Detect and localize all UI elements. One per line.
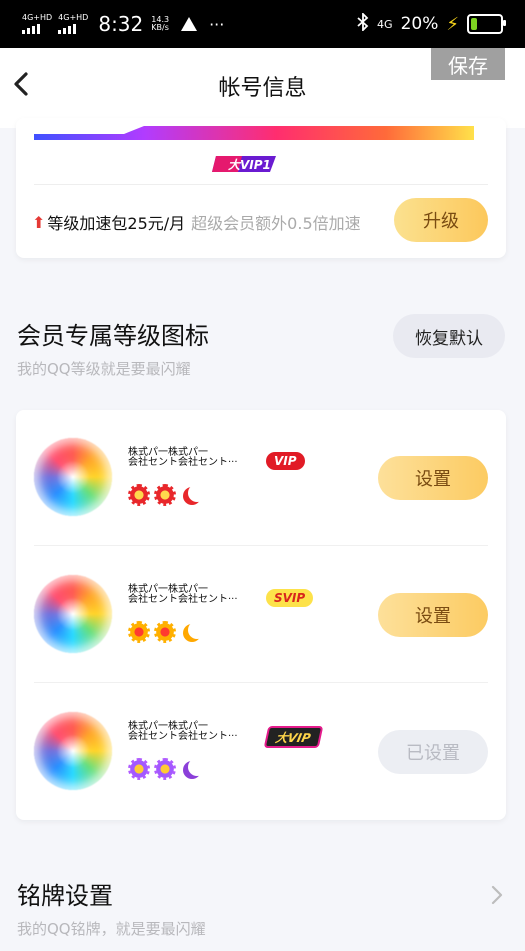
signal-label-1: 4G+HD xyxy=(22,13,53,22)
upgrade-button[interactable]: 升级 xyxy=(394,198,488,242)
nickname-line: 会社セント会社セント xyxy=(128,731,228,742)
more-notifications-icon: ··· xyxy=(209,14,225,34)
battery-icon xyxy=(467,14,506,34)
nickname-line: 会社セント会社セント xyxy=(128,594,228,605)
svip-tag: SVIP xyxy=(266,589,314,607)
nickname: 株式パ一株式パ一 会社セント会社セント··· xyxy=(128,722,238,742)
avatar xyxy=(34,575,112,653)
restore-default-button[interactable]: 恢复默认 xyxy=(393,314,505,358)
vip-tag: VIP xyxy=(266,452,305,470)
big-vip-level-badge: 大VIP1 xyxy=(212,156,276,172)
sun-icon xyxy=(128,621,150,643)
section-subtitle-level-icons: 我的QQ等级就是要最闪耀 xyxy=(17,360,191,378)
battery-percent: 20% xyxy=(400,14,439,34)
save-button[interactable]: 保存 xyxy=(431,48,505,80)
network-speed-unit: KB/s xyxy=(151,23,169,32)
nickname-ellipsis: ··· xyxy=(228,594,238,605)
signal-strength-2: 4G+HD xyxy=(58,14,88,34)
level-card: 大VIP1 ⬆ 等级加速包25元/月 超级会员额外0.5倍加速 升级 xyxy=(16,118,506,258)
list-item: 株式パ一株式パ一 会社セント会社セント··· SVIP 设置 xyxy=(16,547,506,683)
upgrade-text: 等级加速包25元/月 xyxy=(47,214,186,233)
sun-icon xyxy=(128,758,150,780)
nickname-line: 会社セント会社セント xyxy=(128,457,228,468)
chevron-right-icon[interactable] xyxy=(489,884,505,906)
signal-strength-1: 4G+HD xyxy=(22,14,52,34)
sun-icon xyxy=(154,621,176,643)
signal-label-2: 4G+HD xyxy=(58,13,89,22)
nickname: 株式パ一株式パ一 会社セント会社セント··· xyxy=(128,448,238,468)
status-bar: 4G+HD 4G+HD 8:32 14.3 KB/s ··· 4G 20% ⚡ xyxy=(0,0,525,48)
level-icon-list: 株式パ一株式パ一 会社セント会社セント··· VIP 设置 株式パ一株式パ一 会… xyxy=(16,410,506,820)
up-arrow-icon: ⬆ xyxy=(32,212,46,232)
moon-icon xyxy=(180,621,202,643)
moon-icon xyxy=(180,484,202,506)
clock: 8:32 xyxy=(98,12,144,36)
set-button[interactable]: 设置 xyxy=(378,593,488,637)
level-icons xyxy=(128,621,202,643)
moon-icon xyxy=(180,758,202,780)
nav-bar: 帐号信息 保存 xyxy=(0,48,525,128)
bluetooth-icon xyxy=(357,11,369,36)
divider xyxy=(34,184,488,185)
sun-icon xyxy=(154,758,176,780)
nickname-ellipsis: ··· xyxy=(228,731,238,742)
avatar xyxy=(34,712,112,790)
big-vip-level-label: 大VIP1 xyxy=(228,158,271,172)
already-set-button: 已设置 xyxy=(378,730,488,774)
level-progress-bar xyxy=(34,126,474,140)
list-item: 株式パ一株式パ一 会社セント会社セント··· VIP 设置 xyxy=(16,410,506,546)
charging-icon: ⚡ xyxy=(446,13,459,35)
avatar xyxy=(34,438,112,516)
section-title-level-icons: 会员专属等级图标 xyxy=(17,322,209,350)
upgrade-extra-text: 超级会员额外0.5倍加速 xyxy=(191,214,361,233)
sun-icon xyxy=(128,484,150,506)
level-icons xyxy=(128,758,202,780)
big-vip-tag: 大VIP xyxy=(263,726,323,748)
network-speed: 14.3 KB/s xyxy=(151,16,169,32)
warning-icon xyxy=(181,17,198,31)
section-subtitle-badge: 我的QQ铭牌，就是要最闪耀 xyxy=(17,920,206,938)
set-button[interactable]: 设置 xyxy=(378,456,488,500)
nickname: 株式パ一株式パ一 会社セント会社セント··· xyxy=(128,585,238,605)
sun-icon xyxy=(154,484,176,506)
upgrade-info: ⬆ 等级加速包25元/月 超级会员额外0.5倍加速 xyxy=(32,210,361,234)
section-title-badge[interactable]: 铭牌设置 xyxy=(17,876,113,911)
network-type: 4G xyxy=(377,17,393,31)
list-item: 株式パ一株式パ一 会社セント会社セント··· 大VIP 已设置 xyxy=(16,684,506,820)
level-icons xyxy=(128,484,202,506)
nickname-ellipsis: ··· xyxy=(228,457,238,468)
